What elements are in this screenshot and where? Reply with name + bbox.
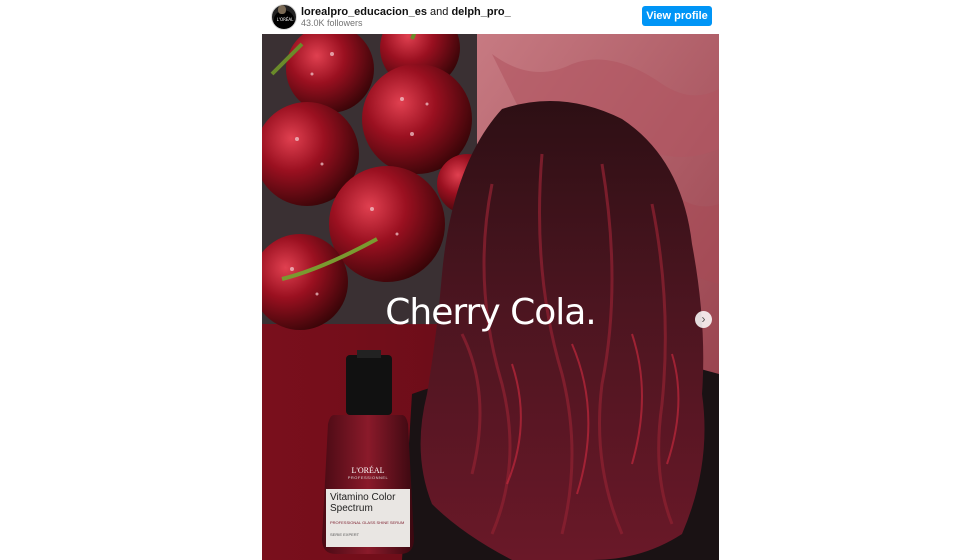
- next-slide-button[interactable]: ›: [695, 311, 712, 328]
- instagram-embed: L'ORÉAL lorealpro_educacion_es and delph…: [262, 0, 719, 560]
- avatar-logo-text: L'ORÉAL: [276, 17, 294, 22]
- view-profile-button[interactable]: View profile: [642, 6, 712, 26]
- product-name-line2: Spectrum: [330, 503, 373, 514]
- product-brand: L'ORÉAL: [351, 466, 385, 475]
- product-brand-sub: PROFESSIONNEL: [347, 475, 389, 480]
- post-image[interactable]: L'ORÉAL PROFESSIONNEL Vitamino Color Spe…: [262, 34, 719, 560]
- product-small-text2: SERIE EXPERT: [330, 532, 360, 537]
- product-small-text1: PROFESSIONAL GLASS SHINE SERUM: [330, 520, 405, 525]
- product-name-line1: Vitamino Color: [330, 492, 396, 503]
- account-names: lorealpro_educacion_es and delph_pro_: [301, 6, 511, 18]
- profile-avatar[interactable]: L'ORÉAL: [271, 4, 297, 30]
- post-headline: Cherry Cola.: [385, 292, 597, 333]
- post-header: L'ORÉAL lorealpro_educacion_es and delph…: [262, 0, 719, 34]
- followers-count: 43.0K followers: [301, 18, 363, 28]
- avatar-figure: [278, 5, 286, 14]
- username-primary[interactable]: lorealpro_educacion_es: [301, 6, 427, 18]
- product-label: L'ORÉAL PROFESSIONNEL Vitamino Color Spe…: [326, 466, 410, 546]
- username-secondary[interactable]: delph_pro_: [451, 6, 510, 18]
- chevron-right-icon: ›: [701, 312, 706, 326]
- names-joiner: and: [430, 6, 449, 18]
